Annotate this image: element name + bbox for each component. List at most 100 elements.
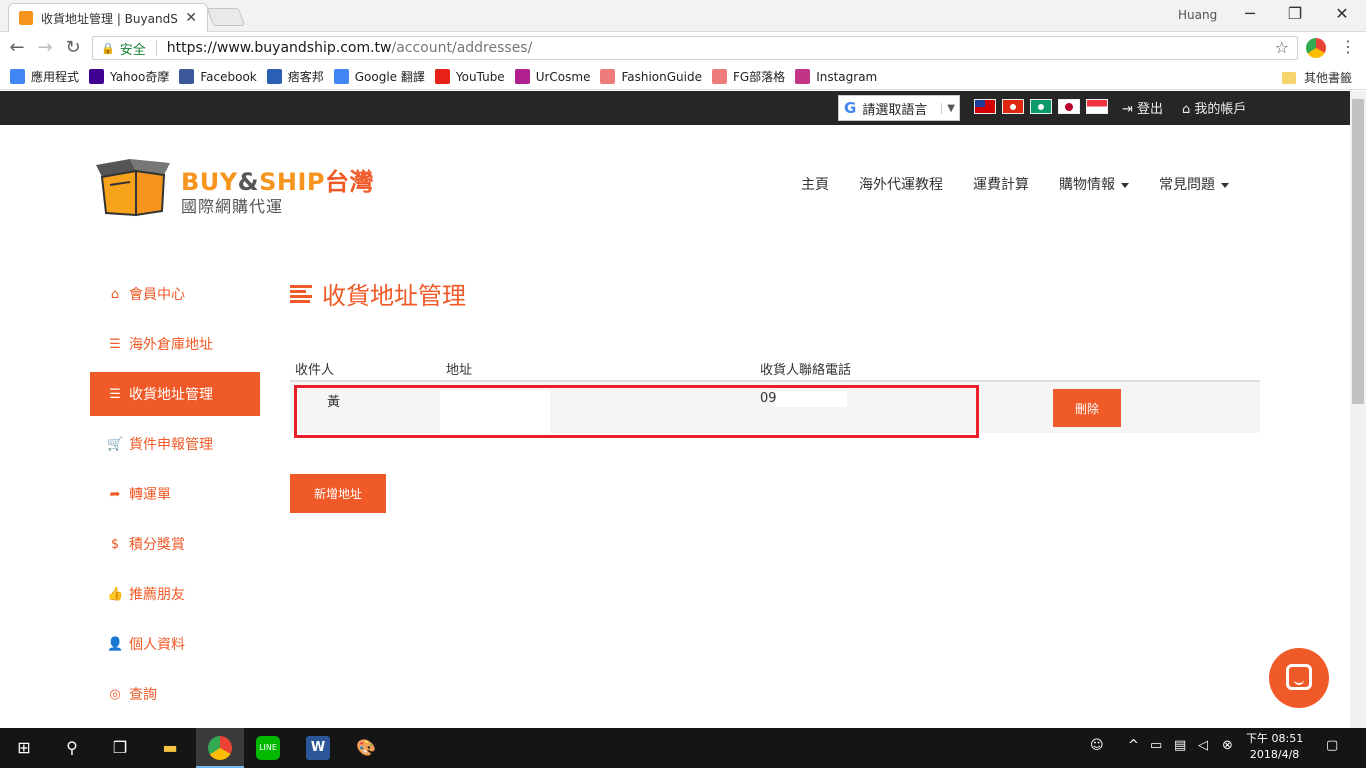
other-bookmarks-folder[interactable]: 其他書籤 [1281, 69, 1352, 86]
logout-link[interactable]: ⇥ 登出 [1122, 98, 1163, 117]
language-selector[interactable]: G 請選取語言 ▼ [838, 95, 960, 121]
bookmark-star-icon[interactable]: ☆ [1275, 38, 1289, 57]
sidebar-item-warehouse-address[interactable]: ☰ 海外倉庫地址 [90, 322, 260, 366]
search-icon[interactable]: ⚲ [60, 736, 84, 760]
restore-icon[interactable]: ❐ [1283, 4, 1307, 23]
nav-shopping-info[interactable]: 購物情報 [1059, 174, 1129, 194]
sidebar-item-shipment-declaration[interactable]: 🛒 貨件申報管理 [90, 422, 260, 466]
fg-blog-icon [711, 69, 727, 84]
macau-flag[interactable] [1030, 99, 1052, 114]
home-icon: ⌂ [1182, 102, 1191, 117]
clock-date: 2018/4/8 [1249, 748, 1300, 761]
logout-label: 登出 [1137, 102, 1164, 117]
volume-icon[interactable]: ◁ [1198, 738, 1208, 753]
page-title-text: 收貨地址管理 [322, 282, 466, 310]
nav-shipping-calculator[interactable]: 運費計算 [973, 174, 1029, 194]
sidebar-item-inquiry[interactable]: ◎ 查詢 [90, 672, 260, 716]
chrome-icon[interactable] [208, 736, 232, 760]
bookmark-item[interactable]: YouTube [434, 69, 505, 84]
tab-close-icon[interactable]: ✕ [185, 10, 197, 26]
people-icon[interactable]: ☺ [1090, 738, 1104, 753]
add-address-button[interactable]: 新增地址 [290, 474, 386, 513]
logo-wordmark[interactable]: BUY&SHIP台灣 [181, 162, 374, 197]
scrollbar-thumb[interactable] [1352, 99, 1364, 404]
japan-flag[interactable] [1058, 99, 1080, 114]
logo-ship: SHIP [259, 168, 325, 196]
bookmark-item[interactable]: Yahoo奇摩 [89, 68, 169, 85]
bookmark-item[interactable]: FashionGuide [600, 69, 702, 84]
bookmark-item[interactable]: 痞客邦 [266, 68, 324, 85]
system-clock[interactable]: 下午 08:51 2018/4/8 [1246, 731, 1303, 763]
bookmark-item[interactable]: Google 翻譯 [333, 68, 425, 85]
forward-arrow-icon[interactable]: → [34, 37, 56, 58]
window-close-icon[interactable]: ✕ [1330, 4, 1354, 23]
sidebar-item-address-management[interactable]: ☰ 收貨地址管理 [90, 372, 260, 416]
browser-menu-icon[interactable]: ⋮ [1340, 37, 1356, 56]
extension-icon[interactable] [1306, 38, 1326, 58]
account-sidebar: ⌂ 會員中心 ☰ 海外倉庫地址 ☰ 收貨地址管理 🛒 貨件申報管理 ➦ 轉運單 … [90, 272, 260, 722]
url-bar[interactable]: 🔒 安全 https://www.buyandship.com.tw /acco… [92, 36, 1298, 60]
paint-icon[interactable]: 🎨 [354, 736, 378, 760]
back-arrow-icon[interactable]: ← [6, 37, 28, 58]
file-explorer-icon[interactable]: ▬ [158, 736, 182, 760]
task-view-icon[interactable]: ❒ [108, 736, 132, 760]
bookmark-label: YouTube [455, 69, 505, 84]
secure-label: 安全 [119, 42, 146, 58]
sidebar-item-label: 收貨地址管理 [129, 387, 213, 403]
windows-taskbar: ⊞ ⚲ ❒ ▬ LINE W 🎨 ☺ ^ ▭ ▤ ◁ ⊗ 下午 08:51 20… [0, 728, 1366, 768]
battery-icon[interactable]: ▭ [1150, 738, 1162, 753]
sidebar-item-forwarding-order[interactable]: ➦ 轉運單 [90, 472, 260, 516]
logo-tw: 台灣 [325, 168, 374, 196]
nav-home[interactable]: 主頁 [801, 174, 829, 194]
bookmark-item[interactable]: UrCosme [514, 69, 590, 84]
language-selector-label: 請選取語言 [862, 102, 928, 118]
line-app-icon[interactable]: LINE [256, 736, 280, 760]
reload-icon[interactable]: ↻ [62, 37, 84, 58]
column-header-recipient: 收件人 [295, 363, 335, 378]
url-path: /account/addresses/ [391, 40, 533, 56]
sidebar-item-points-rewards[interactable]: $ 積分獎賞 [90, 522, 260, 566]
browser-profile-name[interactable]: Huang [1178, 8, 1217, 22]
sidebar-item-profile[interactable]: 👤 個人資料 [90, 622, 260, 666]
nav-tutorial[interactable]: 海外代運教程 [859, 174, 943, 194]
word-icon[interactable]: W [306, 736, 330, 760]
my-account-link[interactable]: ⌂ 我的帳戶 [1182, 98, 1246, 117]
delete-address-button[interactable]: 刪除 [1053, 389, 1121, 427]
notification-icon[interactable]: ▢ [1326, 738, 1338, 753]
chevron-up-icon[interactable]: ^ [1128, 738, 1139, 753]
dollar-icon: $ [110, 536, 120, 552]
facebook-icon [179, 69, 195, 84]
sidebar-item-refer-friends[interactable]: 👍 推薦朋友 [90, 572, 260, 616]
sidebar-item-member-center[interactable]: ⌂ 會員中心 [90, 272, 260, 316]
new-tab-button[interactable] [206, 8, 246, 26]
windows-start-icon[interactable]: ⊞ [12, 736, 36, 760]
chat-launcher-button[interactable] [1269, 648, 1329, 708]
bookmark-label: Facebook [200, 69, 257, 84]
bookmark-item[interactable]: Facebook [179, 69, 257, 84]
bookmark-item[interactable]: FG部落格 [711, 68, 785, 85]
tab-title: 收貨地址管理 | BuyandS [41, 11, 178, 26]
bookmark-item[interactable]: 應用程式 [10, 68, 79, 85]
google-translate-icon [333, 69, 349, 84]
nav-faq[interactable]: 常見問題 [1159, 174, 1229, 194]
nav-faq-label: 常見問題 [1159, 177, 1215, 193]
network-icon[interactable]: ▤ [1174, 738, 1186, 753]
home-icon: ⌂ [110, 286, 120, 302]
singapore-flag[interactable] [1086, 99, 1108, 114]
browser-tab-active[interactable]: 收貨地址管理 | BuyandS ✕ [8, 3, 208, 32]
taiwan-flag[interactable] [974, 99, 996, 114]
sidebar-item-label: 查詢 [129, 687, 157, 703]
page-scrollbar[interactable] [1350, 91, 1366, 728]
list-lines-icon [290, 284, 312, 303]
minimize-icon[interactable]: ─ [1238, 4, 1262, 23]
sidebar-item-label: 貨件申報管理 [129, 437, 213, 453]
buyandship-favicon-icon [19, 11, 33, 25]
hongkong-flag[interactable] [1002, 99, 1024, 114]
ime-close-icon[interactable]: ⊗ [1222, 738, 1233, 753]
highlight-box [294, 385, 979, 438]
column-header-address: 地址 [446, 363, 473, 378]
column-header-phone: 收貨人聯絡電話 [760, 363, 852, 378]
caret-down-icon [1121, 182, 1129, 188]
logo-box-icon[interactable] [90, 155, 176, 219]
bookmark-item[interactable]: Instagram [795, 69, 877, 84]
